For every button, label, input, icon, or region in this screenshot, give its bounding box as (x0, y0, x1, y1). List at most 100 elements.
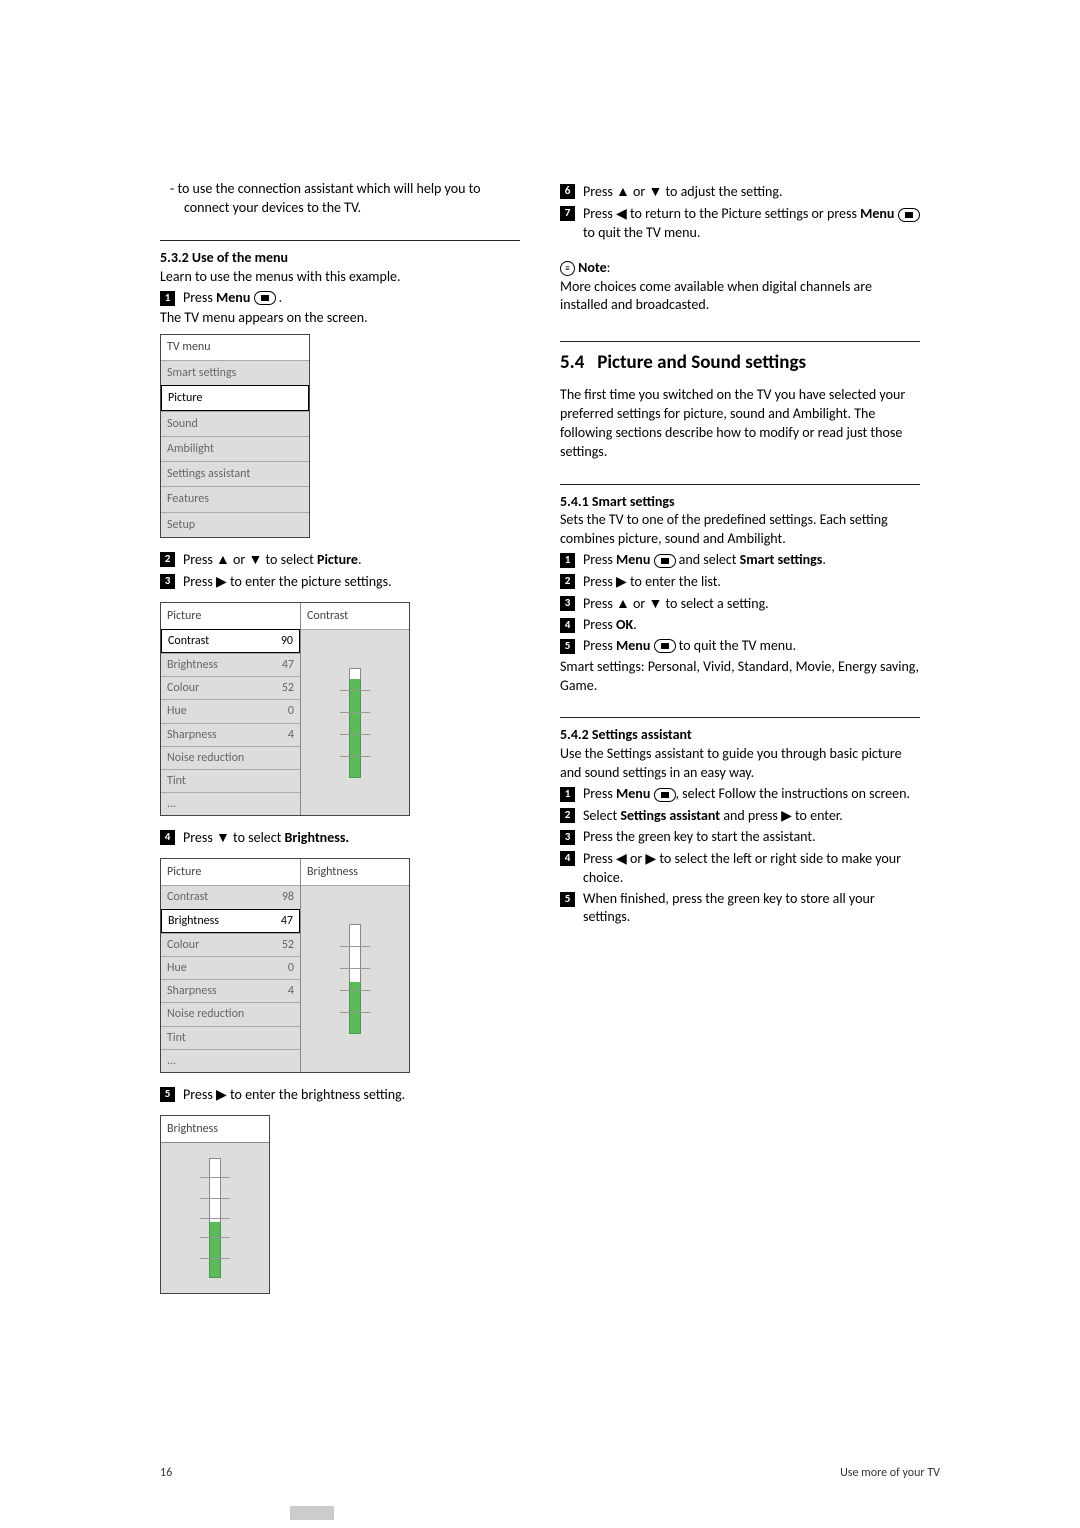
section-5-4-1-title: 5.4.1 Smart settings (560, 493, 920, 512)
panel-row: Noise reduction (161, 1002, 300, 1025)
step-badge-3: 3 (560, 596, 575, 611)
step-badge-4: 4 (560, 618, 575, 633)
section-5-3-2-para: Learn to use the menus with this example… (160, 268, 520, 287)
page-number: 16 (160, 1466, 172, 1480)
note-body: More choices come available when digital… (560, 278, 920, 316)
panel-row: Brightness47 (161, 909, 300, 933)
arrow-right-icon: ▶ (616, 573, 627, 589)
step-badge-6: 6 (560, 184, 575, 199)
arrow-right-icon: ▶ (645, 850, 656, 866)
panel-row: Brightness47 (161, 653, 300, 676)
tv-menu-item-selected: Picture (161, 385, 309, 411)
tv-menu-title: TV menu (161, 335, 309, 359)
step-badge-2: 2 (160, 552, 175, 567)
step-6-text: Press ▲ or ▼ to adjust the setting. (583, 182, 920, 202)
arrow-up-icon: ▲ (216, 551, 230, 567)
section-5-4-2-para: Use the Settings assistant to guide you … (560, 745, 920, 783)
tv-menu-item: Setup (161, 512, 309, 537)
tv-menu-item: Smart settings (161, 360, 309, 385)
panel-row: Sharpness4 (161, 979, 300, 1002)
s541-step-2: Press ▶ to enter the list. (583, 572, 920, 592)
brightness-header: Brightness (161, 1116, 269, 1143)
section-5-4-1-para: Sets the TV to one of the predefined set… (560, 511, 920, 549)
tv-menu-item: Sound (161, 411, 309, 436)
step-badge-5: 5 (560, 639, 575, 654)
arrow-down-icon: ▼ (648, 595, 662, 611)
section-5-4-2-title: 5.4.2 Settings assistant (560, 726, 920, 745)
s542-step-4: Press ◀ or ▶ to select the left or right… (583, 849, 920, 888)
panel-row: Tint (161, 1026, 300, 1049)
step-badge-2: 2 (560, 808, 575, 823)
brightness-slider-lone (197, 1158, 233, 1278)
arrow-up-icon: ▲ (616, 595, 630, 611)
tv-menu-item: Features (161, 486, 309, 511)
panel-row: Hue0 (161, 699, 300, 722)
footer-label: Use more of your TV (840, 1466, 940, 1480)
step-2-text: Press ▲ or ▼ to select Picture. (183, 550, 520, 570)
panel-header-right: Contrast (301, 603, 409, 630)
arrow-down-icon: ▼ (216, 829, 230, 845)
panel-header-left: Picture (161, 603, 300, 629)
tv-menu-item: Ambilight (161, 436, 309, 461)
arrow-up-icon: ▲ (616, 183, 630, 199)
step-3-text: Press ▶ to enter the picture settings. (183, 572, 520, 592)
s541-step-1: Press Menu and select Smart settings. (583, 551, 920, 570)
brightness-slider (337, 924, 373, 1034)
picture-panel-brightness: Picture Contrast98 Brightness47 Colour52… (160, 858, 410, 1073)
panel-row: Colour52 (161, 933, 300, 956)
note-line: Note: (560, 259, 920, 278)
step-badge-5: 5 (160, 1087, 175, 1102)
s541-step-5: Press Menu to quit the TV menu. (583, 637, 920, 656)
step-5-text: Press ▶ to enter the brightness setting. (183, 1085, 520, 1105)
section-5-4-para: The first time you switched on the TV yo… (560, 386, 920, 462)
step-badge-1: 1 (560, 553, 575, 568)
menu-icon (654, 639, 676, 653)
step-badge-3: 3 (160, 574, 175, 589)
panel-row: ... (161, 1049, 300, 1072)
thumb-tab (290, 1506, 334, 1520)
brightness-panel: Brightness (160, 1115, 270, 1294)
step-1-after: The TV menu appears on the screen. (160, 309, 520, 328)
step-badge-7: 7 (560, 206, 575, 221)
arrow-left-icon: ◀ (616, 205, 627, 221)
panel-header-right: Brightness (301, 859, 409, 886)
arrow-right-icon: ▶ (216, 573, 227, 589)
menu-icon (654, 554, 676, 568)
tv-menu-illustration: TV menu Smart settings Picture Sound Amb… (160, 334, 310, 538)
step-badge-3: 3 (560, 830, 575, 845)
menu-icon (254, 291, 276, 305)
slider-area (301, 886, 409, 1072)
s542-step-3: Press the green key to start the assista… (583, 828, 920, 847)
intro-bullet: - to use the connection assistant which … (160, 180, 520, 218)
section-5-3-2-title: 5.3.2 Use of the menu (160, 249, 520, 268)
step-7-text: Press ◀ to return to the Picture setting… (583, 204, 920, 243)
panel-row: ... (161, 792, 300, 815)
panel-row: Noise reduction (161, 746, 300, 769)
step-1-text: Press Menu . (183, 289, 520, 308)
panel-row: Hue0 (161, 956, 300, 979)
picture-panel-contrast: Picture Contrast90 Brightness47 Colour52… (160, 602, 410, 817)
s541-after: Smart settings: Personal, Vivid, Standar… (560, 658, 920, 696)
panel-row: Contrast90 (161, 629, 300, 653)
s542-step-2: Select Settings assistant and press ▶ to… (583, 806, 920, 826)
s541-step-4: Press OK. (583, 616, 920, 635)
step-badge-4: 4 (160, 830, 175, 845)
menu-icon (654, 788, 676, 802)
panel-row: Contrast98 (161, 885, 300, 908)
contrast-slider (337, 668, 373, 778)
s541-step-3: Press ▲ or ▼ to select a setting. (583, 594, 920, 614)
step-badge-1: 1 (160, 291, 175, 306)
section-5-4-title: 5.4 Picture and Sound settings (560, 350, 920, 376)
step-badge-4: 4 (560, 851, 575, 866)
arrow-down-icon: ▼ (248, 551, 262, 567)
note-icon (560, 261, 575, 276)
arrow-down-icon: ▼ (648, 183, 662, 199)
step-badge-5: 5 (560, 892, 575, 907)
menu-icon (898, 208, 920, 222)
panel-row: Sharpness4 (161, 723, 300, 746)
s542-step-5: When finished, press the green key to st… (583, 890, 920, 928)
arrow-right-icon: ▶ (216, 1086, 227, 1102)
brightness-slider-area (161, 1143, 269, 1293)
panel-row: Colour52 (161, 676, 300, 699)
panel-header-left: Picture (161, 859, 300, 885)
